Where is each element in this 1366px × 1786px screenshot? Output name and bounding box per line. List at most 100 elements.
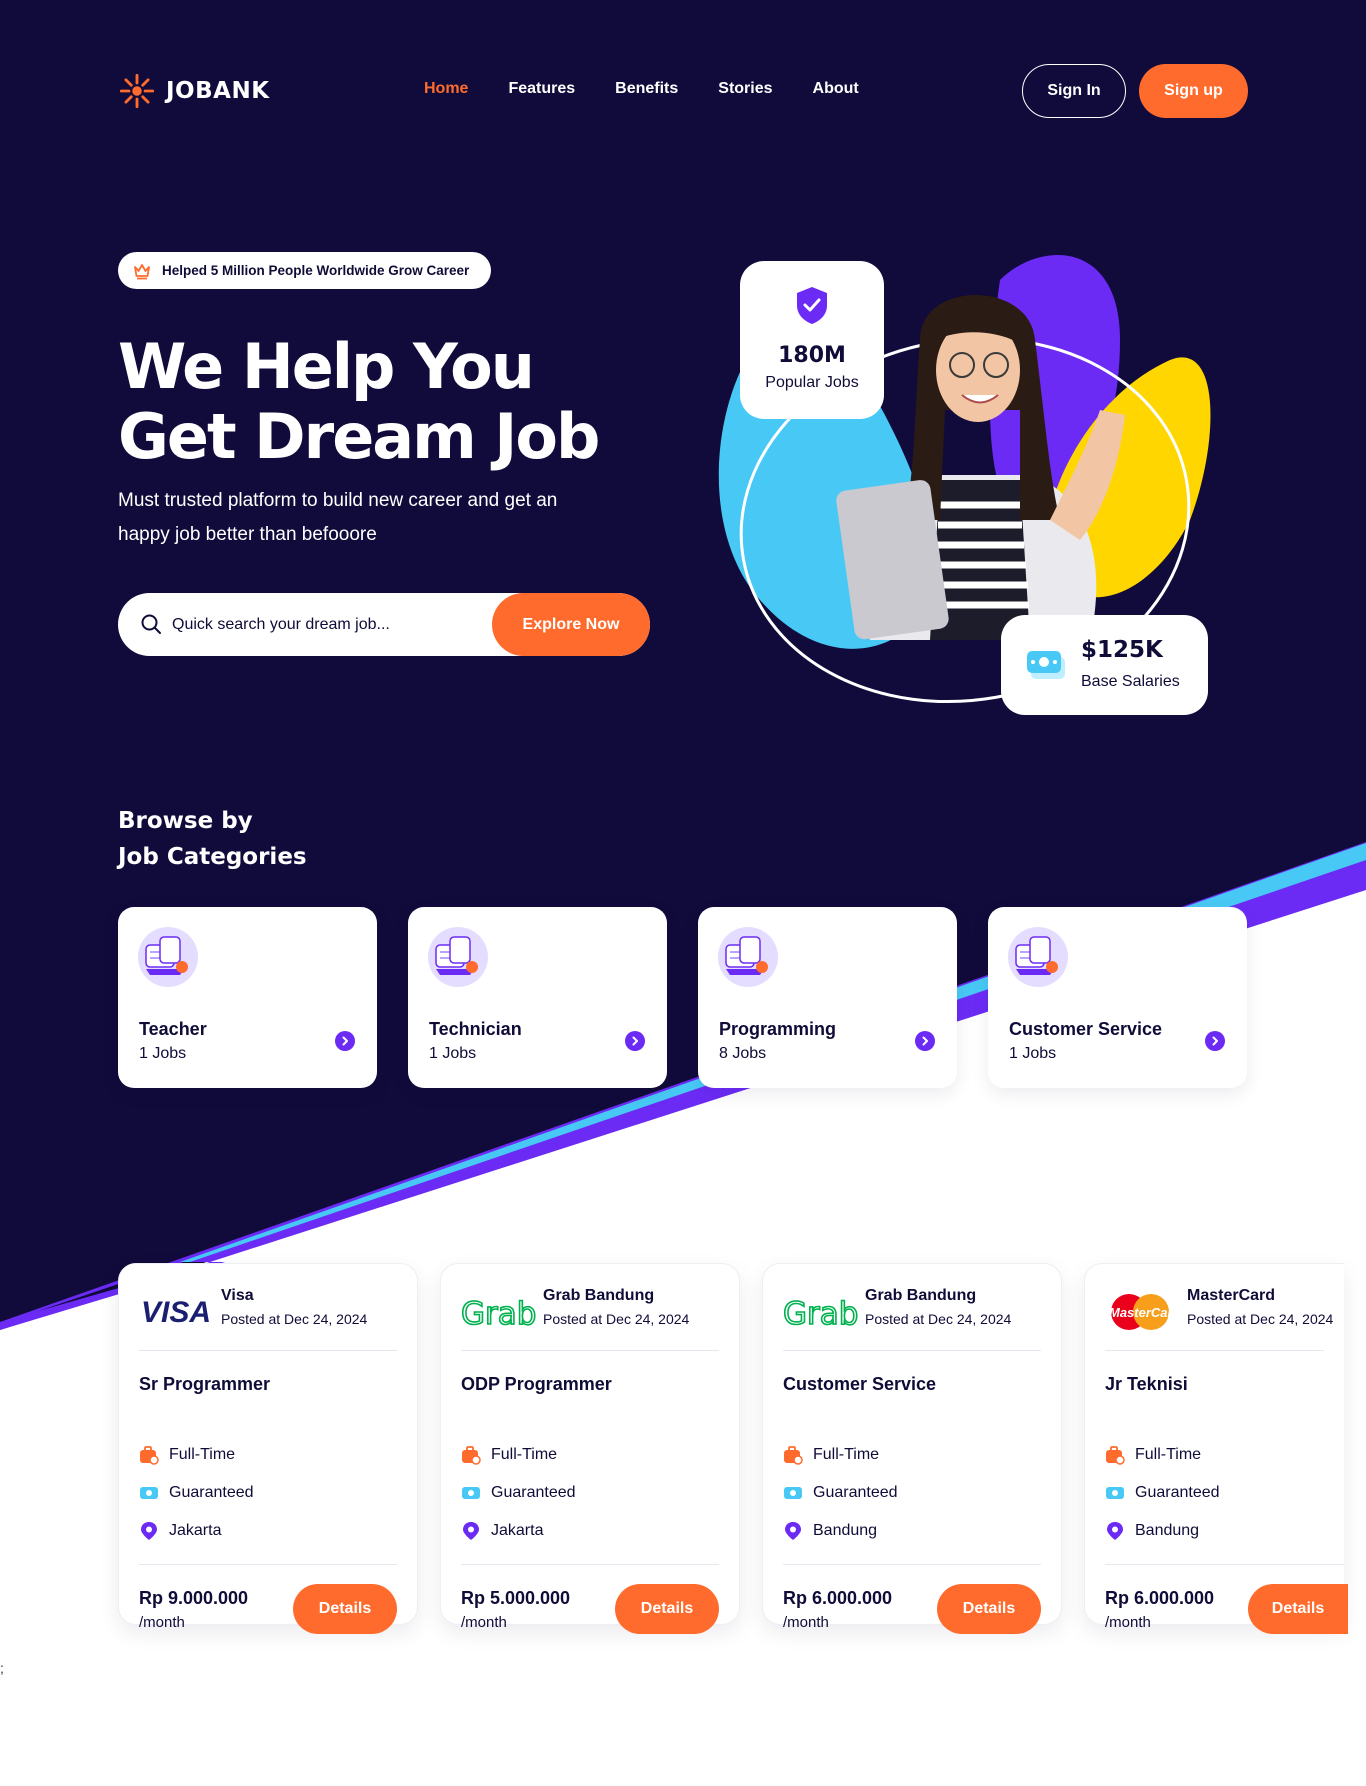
job-card[interactable]: Grab Grab Bandung Posted at Dec 24, 2024… [440, 1263, 740, 1634]
search-icon [141, 614, 161, 634]
briefcase-icon [462, 1446, 481, 1465]
job-salary-period: /month [461, 1614, 507, 1631]
nav-link-features[interactable]: Features [508, 80, 575, 98]
hero-title-line1: We Help You [118, 330, 535, 403]
job-list: VISA Visa Posted at Dec 24, 2024 Sr Prog… [118, 1263, 1348, 1634]
nav-link-stories[interactable]: Stories [718, 80, 772, 98]
job-card[interactable]: MasterCard MasterCard Posted at Dec 24, … [1084, 1263, 1348, 1634]
category-count: 8 Jobs [719, 1045, 767, 1062]
category-card-technician[interactable]: Technician 1 Jobs [408, 907, 667, 1088]
job-company: Visa [221, 1287, 254, 1304]
category-icon [1008, 927, 1068, 987]
job-type: Full-Time [139, 1445, 235, 1465]
money-icon [140, 1487, 158, 1499]
category-name: Teacher [139, 1019, 207, 1039]
divider [461, 1350, 719, 1351]
nav-link-home[interactable]: Home [424, 80, 468, 98]
job-location: Jakarta [139, 1521, 221, 1541]
category-name: Programming [719, 1019, 837, 1039]
chevron-right-icon[interactable] [625, 1031, 645, 1051]
briefcase-icon [1106, 1446, 1125, 1465]
sign-in-button[interactable]: Sign In [1022, 64, 1126, 118]
job-company: MasterCard [1187, 1287, 1276, 1304]
nav-link-about[interactable]: About [813, 80, 859, 98]
job-guarantee-label: Guaranteed [1135, 1484, 1220, 1501]
job-salary-period: /month [783, 1614, 829, 1631]
divider [461, 1564, 719, 1565]
svg-text:VISA: VISA [141, 1296, 211, 1329]
money-icon [1027, 651, 1065, 679]
job-card[interactable]: VISA Visa Posted at Dec 24, 2024 Sr Prog… [118, 1263, 418, 1634]
search-input[interactable] [172, 593, 482, 656]
job-location: Jakarta [461, 1521, 543, 1541]
location-pin-icon [463, 1522, 479, 1540]
sunburst-logo-icon [119, 73, 155, 109]
category-card-programming[interactable]: Programming 8 Jobs [698, 907, 957, 1088]
job-type: Full-Time [1105, 1445, 1201, 1465]
sign-up-button[interactable]: Sign up [1139, 64, 1248, 118]
category-card-teacher[interactable]: Teacher 1 Jobs [118, 907, 377, 1088]
category-icon [428, 927, 488, 987]
stat-base-salaries-value: $125K [1081, 637, 1163, 663]
stat-card-base-salaries: $125K Base Salaries [1001, 615, 1208, 715]
stat-popular-jobs-value: 180M [778, 343, 846, 368]
svg-text:MasterCard: MasterCard [1109, 1305, 1181, 1320]
job-location-label: Bandung [1135, 1522, 1200, 1539]
job-type: Full-Time [783, 1445, 879, 1465]
job-salary: Rp 6.000.000 [783, 1588, 893, 1608]
job-card[interactable]: Grab Grab Bandung Posted at Dec 24, 2024… [762, 1263, 1062, 1634]
location-pin-icon [785, 1522, 801, 1540]
stat-popular-jobs-label: Popular Jobs [765, 374, 859, 391]
category-grid: Teacher 1 Jobs Technician 1 Jobs Program… [118, 907, 1247, 1088]
location-pin-icon [1107, 1522, 1123, 1540]
nav-link-benefits[interactable]: Benefits [615, 80, 678, 98]
category-card-customer-service[interactable]: Customer Service 1 Jobs [988, 907, 1247, 1088]
job-title: Sr Programmer [139, 1374, 271, 1394]
hero-badge: Helped 5 Million People Worldwide Grow C… [118, 252, 492, 289]
money-icon [784, 1487, 802, 1499]
svg-text:Grab: Grab [783, 1296, 858, 1332]
divider [139, 1564, 397, 1565]
job-salary: Rp 6.000.000 [1105, 1588, 1215, 1608]
divider [1105, 1350, 1324, 1351]
job-type-label: Full-Time [1135, 1446, 1202, 1463]
divider [783, 1350, 1041, 1351]
briefcase-icon [140, 1446, 159, 1465]
job-posted-date: Posted at Dec 24, 2024 [543, 1311, 690, 1327]
hero-title-line2: Get Dream Job [118, 400, 600, 473]
job-salary: Rp 5.000.000 [461, 1588, 571, 1608]
details-button[interactable]: Details [937, 1584, 1041, 1634]
main-nav: Home Features Benefits Stories About [424, 80, 899, 98]
category-count: 1 Jobs [429, 1045, 477, 1062]
grab-logo: Grab [783, 1295, 859, 1333]
chevron-right-icon[interactable] [915, 1031, 935, 1051]
money-icon [1106, 1487, 1124, 1499]
mastercard-logo: MasterCard [1109, 1294, 1181, 1330]
job-title: Jr Teknisi [1105, 1374, 1188, 1394]
details-button[interactable]: Details [1248, 1584, 1348, 1634]
job-posted-date: Posted at Dec 24, 2024 [1187, 1311, 1334, 1327]
job-guarantee: Guaranteed [783, 1483, 898, 1503]
chevron-right-icon[interactable] [335, 1031, 355, 1051]
job-company: Grab Bandung [543, 1287, 655, 1304]
categories-heading-line1: Browse by [118, 808, 253, 834]
details-button[interactable]: Details [615, 1584, 719, 1634]
explore-now-button[interactable]: Explore Now [492, 593, 650, 656]
brand-logo[interactable]: JOBANK [118, 72, 270, 110]
job-location: Bandung [783, 1521, 877, 1541]
hero-title: We Help You Get Dream Job [118, 332, 638, 472]
category-count: 1 Jobs [1009, 1045, 1057, 1062]
job-posted-date: Posted at Dec 24, 2024 [865, 1311, 1012, 1327]
job-type-label: Full-Time [491, 1446, 558, 1463]
details-button[interactable]: Details [293, 1584, 397, 1634]
job-company: Grab Bandung [865, 1287, 977, 1304]
job-location-label: Jakarta [491, 1522, 544, 1539]
divider [139, 1350, 397, 1351]
brand-name: JOBANK [166, 78, 270, 104]
chevron-right-icon[interactable] [1205, 1031, 1225, 1051]
hero-subtitle: Must trusted platform to build new caree… [118, 490, 558, 545]
money-icon [462, 1487, 480, 1499]
hero-badge-text: Helped 5 Million People Worldwide Grow C… [162, 263, 470, 278]
divider [783, 1564, 1041, 1565]
stat-base-salaries-label: Base Salaries [1081, 673, 1180, 690]
